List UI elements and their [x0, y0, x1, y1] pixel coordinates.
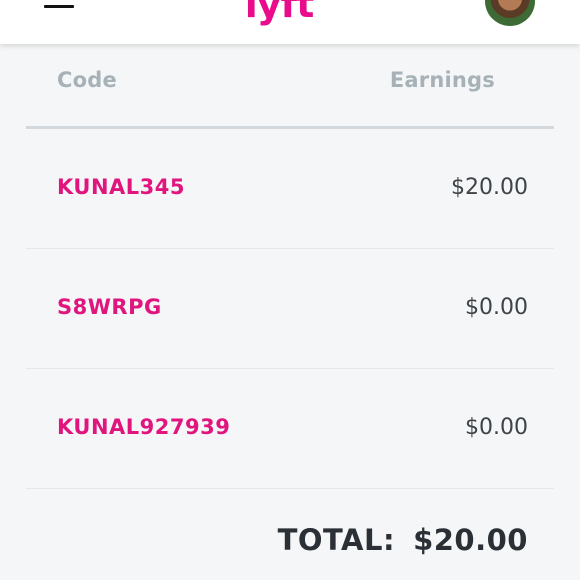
top-navigation-bar: lyft	[0, 0, 580, 44]
referral-code: KUNAL345	[57, 175, 186, 199]
table-header: Code Earnings	[26, 44, 554, 129]
table-row[interactable]: S8WRPG $0.00	[26, 249, 554, 369]
earnings-amount: $0.00	[465, 295, 528, 320]
hamburger-menu-icon[interactable]	[44, 0, 74, 14]
total-summary: TOTAL: $20.00	[278, 523, 528, 557]
referral-earnings-table: Code Earnings KUNAL345 $20.00 S8WRPG $0.…	[26, 44, 554, 580]
table-row[interactable]: KUNAL345 $20.00	[26, 129, 554, 249]
menu-line	[44, 5, 74, 8]
user-avatar[interactable]	[485, 0, 535, 26]
total-label: TOTAL:	[277, 523, 396, 557]
column-header-earnings: Earnings	[389, 68, 495, 92]
column-header-code: Code	[57, 68, 117, 92]
lyft-logo[interactable]: lyft	[242, 0, 316, 26]
app-root: lyft Code Earnings KUNAL345 $20.00 S8WRP…	[0, 0, 580, 580]
earnings-amount: $0.00	[465, 415, 528, 440]
referral-code: S8WRPG	[57, 295, 162, 319]
referral-code: KUNAL927939	[57, 415, 231, 439]
table-row[interactable]: KUNAL927939 $0.00	[26, 369, 554, 489]
earnings-amount: $20.00	[451, 175, 528, 200]
total-value: $20.00	[413, 523, 528, 557]
total-row: TOTAL: $20.00	[26, 489, 554, 580]
